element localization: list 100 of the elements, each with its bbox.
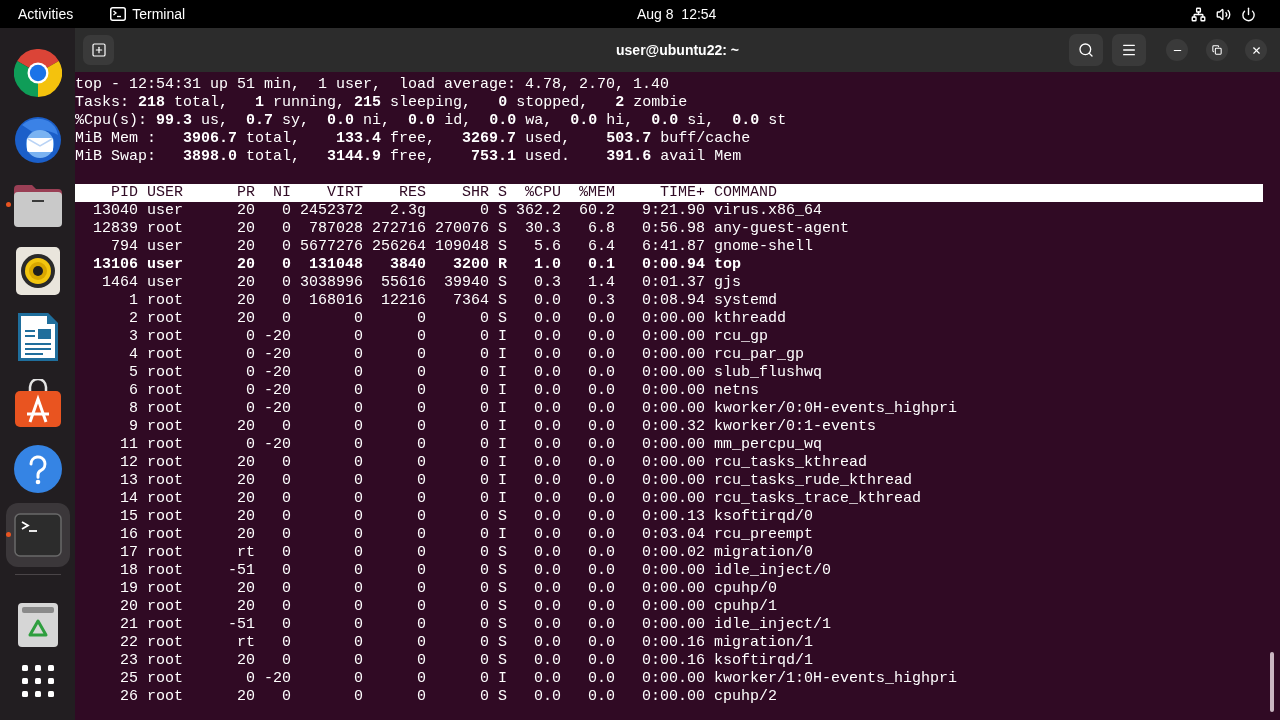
cpu-percent-text: 30.3: [525, 220, 561, 238]
pid-text: 18: [120, 562, 138, 580]
nice-text: -20: [264, 382, 291, 400]
memory-percent-text: 0.0: [588, 454, 615, 472]
state-text: S: [498, 562, 507, 580]
column-header: %MEM: [579, 184, 615, 202]
summary-line: top - 12:54:31 up 51 min, 1 user, load average: 4.78, 2.70, 1.40: [75, 76, 670, 94]
shared-memory-text: 0: [480, 616, 489, 634]
cpu-percent-text: 0.0: [534, 580, 561, 598]
command-text: netns: [714, 382, 759, 400]
virtual-memory-text: 0: [354, 688, 363, 706]
pid-text: 9: [129, 418, 138, 436]
resident-memory-text: 0: [417, 616, 426, 634]
resident-memory-text: 0: [417, 382, 426, 400]
priority-text: 0: [246, 436, 255, 454]
virtual-memory-text: 0: [354, 634, 363, 652]
command-text: idle_inject/0: [714, 562, 832, 580]
state-text: I: [498, 670, 507, 688]
command-text: kthreadd: [714, 310, 786, 328]
memory-percent-text: 0.0: [588, 400, 615, 418]
column-header: %CPU: [525, 184, 561, 202]
pid-text: 14: [120, 490, 138, 508]
pid-text: 5: [129, 364, 138, 382]
pid-text: 794: [111, 238, 138, 256]
cpu-time-text: 0:00.02: [642, 544, 705, 562]
new-tab-button[interactable]: [83, 35, 114, 65]
resident-memory-text: 0: [417, 490, 426, 508]
cpu-time-text: 6:41.87: [642, 238, 705, 256]
priority-text: 20: [237, 598, 255, 616]
cpu-percent-text: 0.0: [534, 400, 561, 418]
app-menu-button[interactable]: Terminal: [110, 3, 186, 25]
cpu-time-text: 0:00.00: [642, 562, 705, 580]
cpu-percent-text: 0.0: [534, 562, 561, 580]
state-text: I: [498, 472, 507, 490]
shared-memory-text: 0: [480, 508, 489, 526]
virtual-memory-text: 0: [354, 616, 363, 634]
column-header: NI: [273, 184, 291, 202]
nice-text: 0: [282, 544, 291, 562]
close-button[interactable]: [1245, 39, 1267, 61]
command-text: rcu_par_gp: [714, 346, 804, 364]
resident-memory-text: 0: [417, 400, 426, 418]
nice-text: 0: [282, 418, 291, 436]
summary-line: %Cpu(s): 99.3 us, 0.7 sy, 0.0 ni, 0.0 id, 0.0 wa, 0.0 hi, 0.0 si, 0.0 st: [75, 112, 787, 130]
restore-button[interactable]: [1206, 39, 1228, 61]
mail-bird-icon: [13, 115, 62, 163]
virtual-memory-text: 0: [354, 562, 363, 580]
resident-memory-text: 0: [417, 364, 426, 382]
terminal-icon: [13, 513, 62, 557]
cpu-percent-text: 0.0: [534, 652, 561, 670]
pid-text: 2: [129, 310, 138, 328]
power-icon[interactable]: [1241, 6, 1256, 22]
priority-text: 20: [237, 508, 255, 526]
pid-text: 13040: [93, 202, 138, 220]
virtual-memory-text: 168016: [309, 292, 363, 310]
column-header: VIRT: [327, 184, 363, 202]
folder-icon: [13, 183, 62, 227]
memory-percent-text: 0.0: [588, 382, 615, 400]
virtual-memory-text: 2452372: [300, 202, 363, 220]
user-text: root: [147, 472, 183, 490]
pid-text: 6: [129, 382, 138, 400]
new-tab-icon: [90, 42, 107, 58]
priority-text: 20: [237, 202, 255, 220]
user-text: root: [147, 436, 183, 454]
nice-text: 0: [282, 598, 291, 616]
cpu-time-text: 0:00.00: [642, 472, 705, 490]
close-icon: [1250, 44, 1262, 56]
cpu-time-text: 9:21.90: [642, 202, 705, 220]
menu-button[interactable]: [1112, 34, 1146, 66]
cpu-percent-text: 0.0: [534, 616, 561, 634]
state-text: S: [498, 652, 507, 670]
resident-memory-text: 0: [417, 508, 426, 526]
state-text: S: [498, 598, 507, 616]
pid-text: 13106: [93, 256, 138, 274]
cpu-time-text: 0:00.00: [642, 364, 705, 382]
nice-text: -20: [264, 670, 291, 688]
state-text: R: [498, 256, 507, 274]
shared-memory-text: 0: [480, 382, 489, 400]
virtual-memory-text: 0: [354, 526, 363, 544]
user-text: root: [147, 526, 183, 544]
priority-text: 20: [237, 580, 255, 598]
browser-icon: [13, 49, 62, 97]
cpu-percent-text: 0.3: [534, 274, 561, 292]
clock-button[interactable]: Aug 8 12:54: [637, 3, 717, 25]
search-button[interactable]: [1069, 34, 1103, 66]
virtual-memory-text: 0: [354, 310, 363, 328]
user-text: root: [147, 292, 183, 310]
cpu-time-text: 0:00.16: [642, 634, 705, 652]
virtual-memory-text: 0: [354, 382, 363, 400]
activities-button[interactable]: Activities: [18, 3, 74, 25]
command-text: cpuhp/2: [714, 688, 777, 706]
scrollbar-thumb[interactable]: [1270, 652, 1274, 712]
resident-memory-text: 0: [417, 652, 426, 670]
resident-memory-text: 0: [417, 454, 426, 472]
network-icon[interactable]: [1191, 6, 1206, 22]
shared-memory-text: 3200: [453, 256, 489, 274]
volume-icon[interactable]: [1216, 6, 1231, 22]
cpu-time-text: 0:00.00: [642, 436, 705, 454]
cpu-time-text: 0:00.00: [642, 580, 705, 598]
state-text: S: [498, 310, 507, 328]
priority-text: 20: [237, 490, 255, 508]
